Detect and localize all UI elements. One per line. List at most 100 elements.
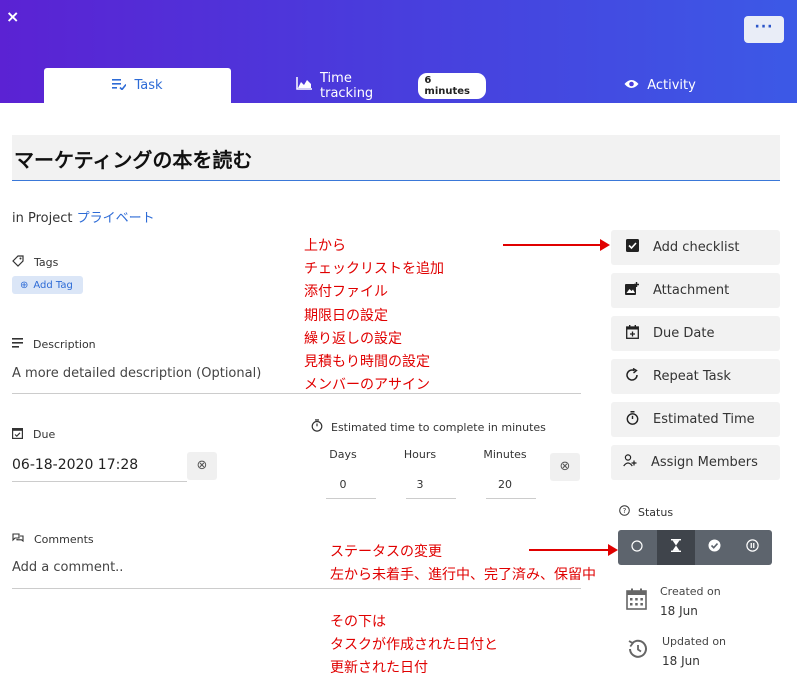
- days-value[interactable]: 0: [318, 478, 368, 491]
- tags-label: Tags: [12, 255, 58, 270]
- circle-outline-icon: [631, 539, 643, 556]
- tab-time-tracking[interactable]: Time tracking 6 minutes: [296, 68, 486, 103]
- hours-field[interactable]: Hours 3: [395, 448, 445, 491]
- clear-circle-icon: ⊗: [559, 459, 571, 474]
- annotation-sidebar-buttons: 上から チェックリストを追加 添付ファイル 期限日の設定 繰り返しの設定 見積も…: [304, 238, 444, 394]
- days-field[interactable]: Days 0: [318, 448, 368, 491]
- task-list-icon: [112, 78, 128, 94]
- annotation-status: ステータスの変更 左から未着手、進行中、完了済み、保留中: [330, 544, 596, 584]
- tags-label-text: Tags: [34, 256, 59, 269]
- days-underline: [326, 498, 376, 499]
- estimated-time-label: Estimated Time: [653, 412, 755, 427]
- clear-circle-icon: ⊗: [196, 458, 208, 473]
- project-line: in Project プライベート: [12, 207, 155, 226]
- due-underline: [12, 481, 187, 482]
- due-label-text: Due: [33, 428, 56, 441]
- comments-label: Comments: [12, 532, 94, 546]
- time-tracking-badge: 6 minutes: [418, 72, 486, 99]
- more-options-button[interactable]: ···: [744, 16, 784, 43]
- question-circle-icon: ?: [619, 505, 630, 519]
- estimate-label-text: Estimated time to complete in minutes: [331, 420, 546, 434]
- minutes-underline: [486, 498, 536, 499]
- calendar-icon: [626, 588, 648, 616]
- annotation-arrow-checklist: [503, 239, 610, 251]
- user-add-icon: [623, 454, 637, 471]
- comment-underline: [12, 588, 581, 589]
- days-label: Days: [329, 448, 357, 461]
- status-not-started-button[interactable]: [618, 530, 657, 565]
- description-label-text: Description: [33, 337, 96, 351]
- attachment-label: Attachment: [653, 283, 730, 298]
- updated-on-value: 18 Jun: [662, 654, 700, 668]
- task-title-input[interactable]: マーケティングの本を読む: [12, 135, 780, 181]
- history-icon: [626, 638, 648, 666]
- plus-circle-icon: ⊕: [20, 279, 29, 291]
- description-label: Description: [12, 337, 96, 351]
- description-underline: [12, 393, 581, 394]
- hours-value[interactable]: 3: [395, 478, 445, 491]
- attachment-button[interactable]: Attachment: [611, 273, 780, 308]
- tab-task[interactable]: Task: [44, 68, 231, 103]
- project-prefix: in Project: [12, 211, 73, 226]
- hours-label: Hours: [403, 448, 437, 461]
- created-on-block: Created on 18 Jun: [626, 585, 721, 618]
- description-input[interactable]: A more detailed description (Optional): [12, 366, 261, 381]
- hours-underline: [406, 498, 456, 499]
- stopwatch-icon: [311, 419, 323, 435]
- comments-label-text: Comments: [34, 532, 94, 546]
- status-in-progress-button[interactable]: [656, 530, 695, 565]
- chat-bubbles-icon: [12, 532, 24, 546]
- check-circle-icon: [708, 539, 721, 556]
- align-left-icon: [12, 337, 23, 351]
- status-on-hold-button[interactable]: [734, 530, 773, 565]
- close-icon[interactable]: ×: [6, 8, 20, 26]
- due-date-label: Due Date: [653, 326, 715, 341]
- image-add-icon: [625, 281, 639, 300]
- minutes-field[interactable]: Minutes 20: [480, 448, 530, 491]
- clear-estimate-button[interactable]: ⊗: [550, 453, 580, 481]
- chart-area-icon: [296, 77, 312, 94]
- tab-activity-label: Activity: [647, 78, 696, 93]
- comment-input[interactable]: Add a comment..: [12, 560, 123, 575]
- eye-icon: [624, 78, 639, 93]
- add-checklist-label: Add checklist: [653, 240, 740, 255]
- due-date-button[interactable]: Due Date: [611, 316, 780, 351]
- project-link[interactable]: プライベート: [77, 211, 155, 226]
- add-tag-label: Add Tag: [33, 279, 73, 291]
- tab-activity[interactable]: Activity: [610, 68, 710, 103]
- assign-members-button[interactable]: Assign Members: [611, 445, 780, 480]
- tag-icon: [12, 255, 24, 270]
- calendar-add-icon: [625, 324, 639, 343]
- status-toggle-group: [618, 530, 772, 565]
- repeat-task-label: Repeat Task: [653, 369, 731, 384]
- minutes-label: Minutes: [483, 448, 527, 461]
- repeat-task-button[interactable]: Repeat Task: [611, 359, 780, 394]
- pause-circle-icon: [746, 539, 759, 556]
- status-label-text: Status: [638, 505, 674, 519]
- status-label: ? Status: [619, 505, 673, 519]
- stopwatch-icon: [625, 410, 639, 429]
- created-on-label: Created on: [660, 585, 721, 598]
- updated-on-block: Updated on 18 Jun: [626, 635, 726, 668]
- checkbox-icon: [625, 239, 639, 256]
- created-on-value: 18 Jun: [660, 604, 698, 618]
- estimated-time-button[interactable]: Estimated Time: [611, 402, 780, 437]
- updated-on-label: Updated on: [662, 635, 727, 648]
- svg-text:?: ?: [623, 507, 627, 515]
- annotation-dates: その下は タスクが作成された日付と 更新された日付: [330, 614, 498, 677]
- clear-due-button[interactable]: ⊗: [187, 452, 217, 480]
- due-label: Due: [12, 427, 55, 442]
- modal-header: × ··· Task Time tracking 6 minutes Activ…: [0, 0, 797, 103]
- assign-members-label: Assign Members: [651, 455, 758, 470]
- due-date-input[interactable]: 06-18-2020 17:28: [12, 457, 138, 473]
- tab-time-tracking-label: Time tracking: [320, 70, 374, 101]
- status-completed-button[interactable]: [695, 530, 734, 565]
- repeat-icon: [625, 367, 639, 386]
- annotation-arrow-status: [529, 544, 618, 556]
- add-tag-button[interactable]: ⊕ Add Tag: [12, 276, 83, 294]
- tab-task-label: Task: [134, 78, 163, 93]
- calendar-check-icon: [12, 427, 24, 442]
- add-checklist-button[interactable]: Add checklist: [611, 230, 780, 265]
- hourglass-icon: [670, 539, 681, 556]
- minutes-value[interactable]: 20: [480, 478, 530, 491]
